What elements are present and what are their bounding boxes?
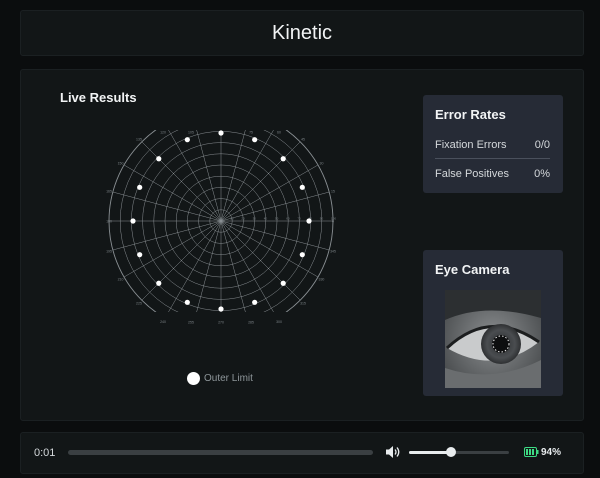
battery-icon (524, 447, 539, 457)
grid-meridian (220, 220, 330, 251)
error-rates-panel: Error Rates Fixation Errors 0/0 False Po… (423, 95, 563, 193)
grid-meridian (220, 220, 319, 278)
angle-tick-label: 150 (118, 162, 124, 166)
grid-meridian (141, 141, 222, 222)
angle-tick-label: 270 (218, 321, 224, 325)
angle-tick-label: 285 (248, 321, 254, 325)
angle-tick-label: 330 (319, 278, 325, 282)
false-positives-label: False Positives (435, 168, 509, 180)
angle-tick-label: 210 (118, 278, 124, 282)
live-results-title: Live Results (60, 90, 137, 105)
battery-percent: 94% (541, 447, 562, 458)
angle-tick-label: 255 (188, 321, 194, 325)
ring-tick-label: 20 (241, 217, 245, 221)
main-panel: Live Results 015304560759010512013515016… (20, 69, 584, 421)
volume-slider[interactable] (409, 447, 509, 457)
stimulus-point (137, 252, 143, 258)
eye-camera-title: Eye Camera (435, 262, 510, 277)
error-rates-title: Error Rates (435, 107, 506, 122)
playback-time: 0:01 (34, 447, 56, 459)
angle-tick-label: 60 (277, 131, 281, 135)
speaker-icon[interactable] (385, 445, 401, 459)
fixation-errors-row: Fixation Errors 0/0 (435, 139, 550, 151)
visual-field-chart: 0153045607590105120135150165180195210225… (106, 130, 336, 325)
angle-tick-label: 195 (106, 250, 112, 254)
angle-tick-label: 135 (136, 137, 142, 141)
divider (435, 158, 550, 159)
grid-meridian (220, 220, 301, 301)
ring-tick-label: 100 (331, 217, 336, 221)
grid-meridian (220, 141, 301, 222)
stimulus-point (156, 156, 162, 162)
stimulus-point (299, 184, 305, 190)
stimulus-point (137, 184, 143, 190)
grid-meridian (112, 220, 222, 251)
stimulus-point (280, 156, 286, 162)
stimulus-point (306, 218, 312, 224)
grid-meridian (220, 164, 319, 222)
fixation-errors-value: 0/0 (534, 139, 550, 151)
grid-meridian (168, 220, 222, 312)
angle-tick-label: 345 (330, 250, 336, 254)
eye-camera-feed (445, 290, 541, 388)
grid-meridian (220, 220, 274, 312)
angle-tick-label: 240 (160, 320, 166, 324)
stimulus-point (252, 137, 258, 143)
fixation-errors-label: Fixation Errors (435, 139, 507, 151)
volume-fill (409, 451, 451, 454)
angle-tick-label: 15 (331, 189, 335, 193)
ring-tick-label: 60 (286, 217, 290, 221)
false-positives-value: 0% (534, 168, 550, 180)
app-title: Kinetic (271, 21, 333, 44)
ring-tick-label: 50 (275, 217, 279, 221)
grid-meridian (123, 164, 222, 222)
stimulus-point (130, 218, 136, 224)
progress-bar[interactable] (68, 450, 373, 455)
stimulus-point (299, 252, 305, 258)
stimulus-point (184, 299, 190, 305)
chart-legend: Outer Limit (187, 372, 253, 385)
volume-knob[interactable] (446, 447, 456, 457)
legend-dot-icon (187, 372, 200, 385)
grid-meridian (123, 220, 222, 278)
ring-tick-label: 90 (320, 217, 324, 221)
angle-tick-label: 75 (249, 131, 253, 135)
angle-tick-label: 180 (106, 220, 112, 224)
angle-tick-label: 45 (301, 137, 305, 141)
grid-meridian (112, 191, 222, 222)
app-header: Kinetic (20, 10, 584, 56)
angle-tick-label: 30 (320, 162, 324, 166)
angle-tick-label: 225 (136, 302, 142, 306)
ring-tick-label: 30 (253, 217, 257, 221)
angle-tick-label: 315 (300, 302, 306, 306)
stimulus-point (280, 280, 286, 286)
stimulus-point (184, 137, 190, 143)
legend-label: Outer Limit (204, 373, 253, 384)
ring-tick-label: 10 (230, 217, 234, 221)
player-bar: 0:01 94% (20, 432, 584, 474)
ring-tick-label: 40 (264, 217, 268, 221)
stimulus-point (218, 130, 224, 136)
stimulus-point (218, 306, 224, 312)
angle-tick-label: 165 (106, 189, 112, 193)
stimulus-point (156, 280, 162, 286)
false-positives-row: False Positives 0% (435, 168, 550, 180)
grid-meridian (141, 220, 222, 301)
ring-tick-label: 70 (297, 217, 301, 221)
angle-tick-label: 300 (276, 320, 282, 324)
angle-tick-label: 120 (160, 131, 166, 135)
eye-image (445, 290, 541, 388)
eye-camera-panel: Eye Camera (423, 250, 563, 396)
stimulus-point (252, 299, 258, 305)
angle-tick-label: 105 (188, 131, 194, 135)
